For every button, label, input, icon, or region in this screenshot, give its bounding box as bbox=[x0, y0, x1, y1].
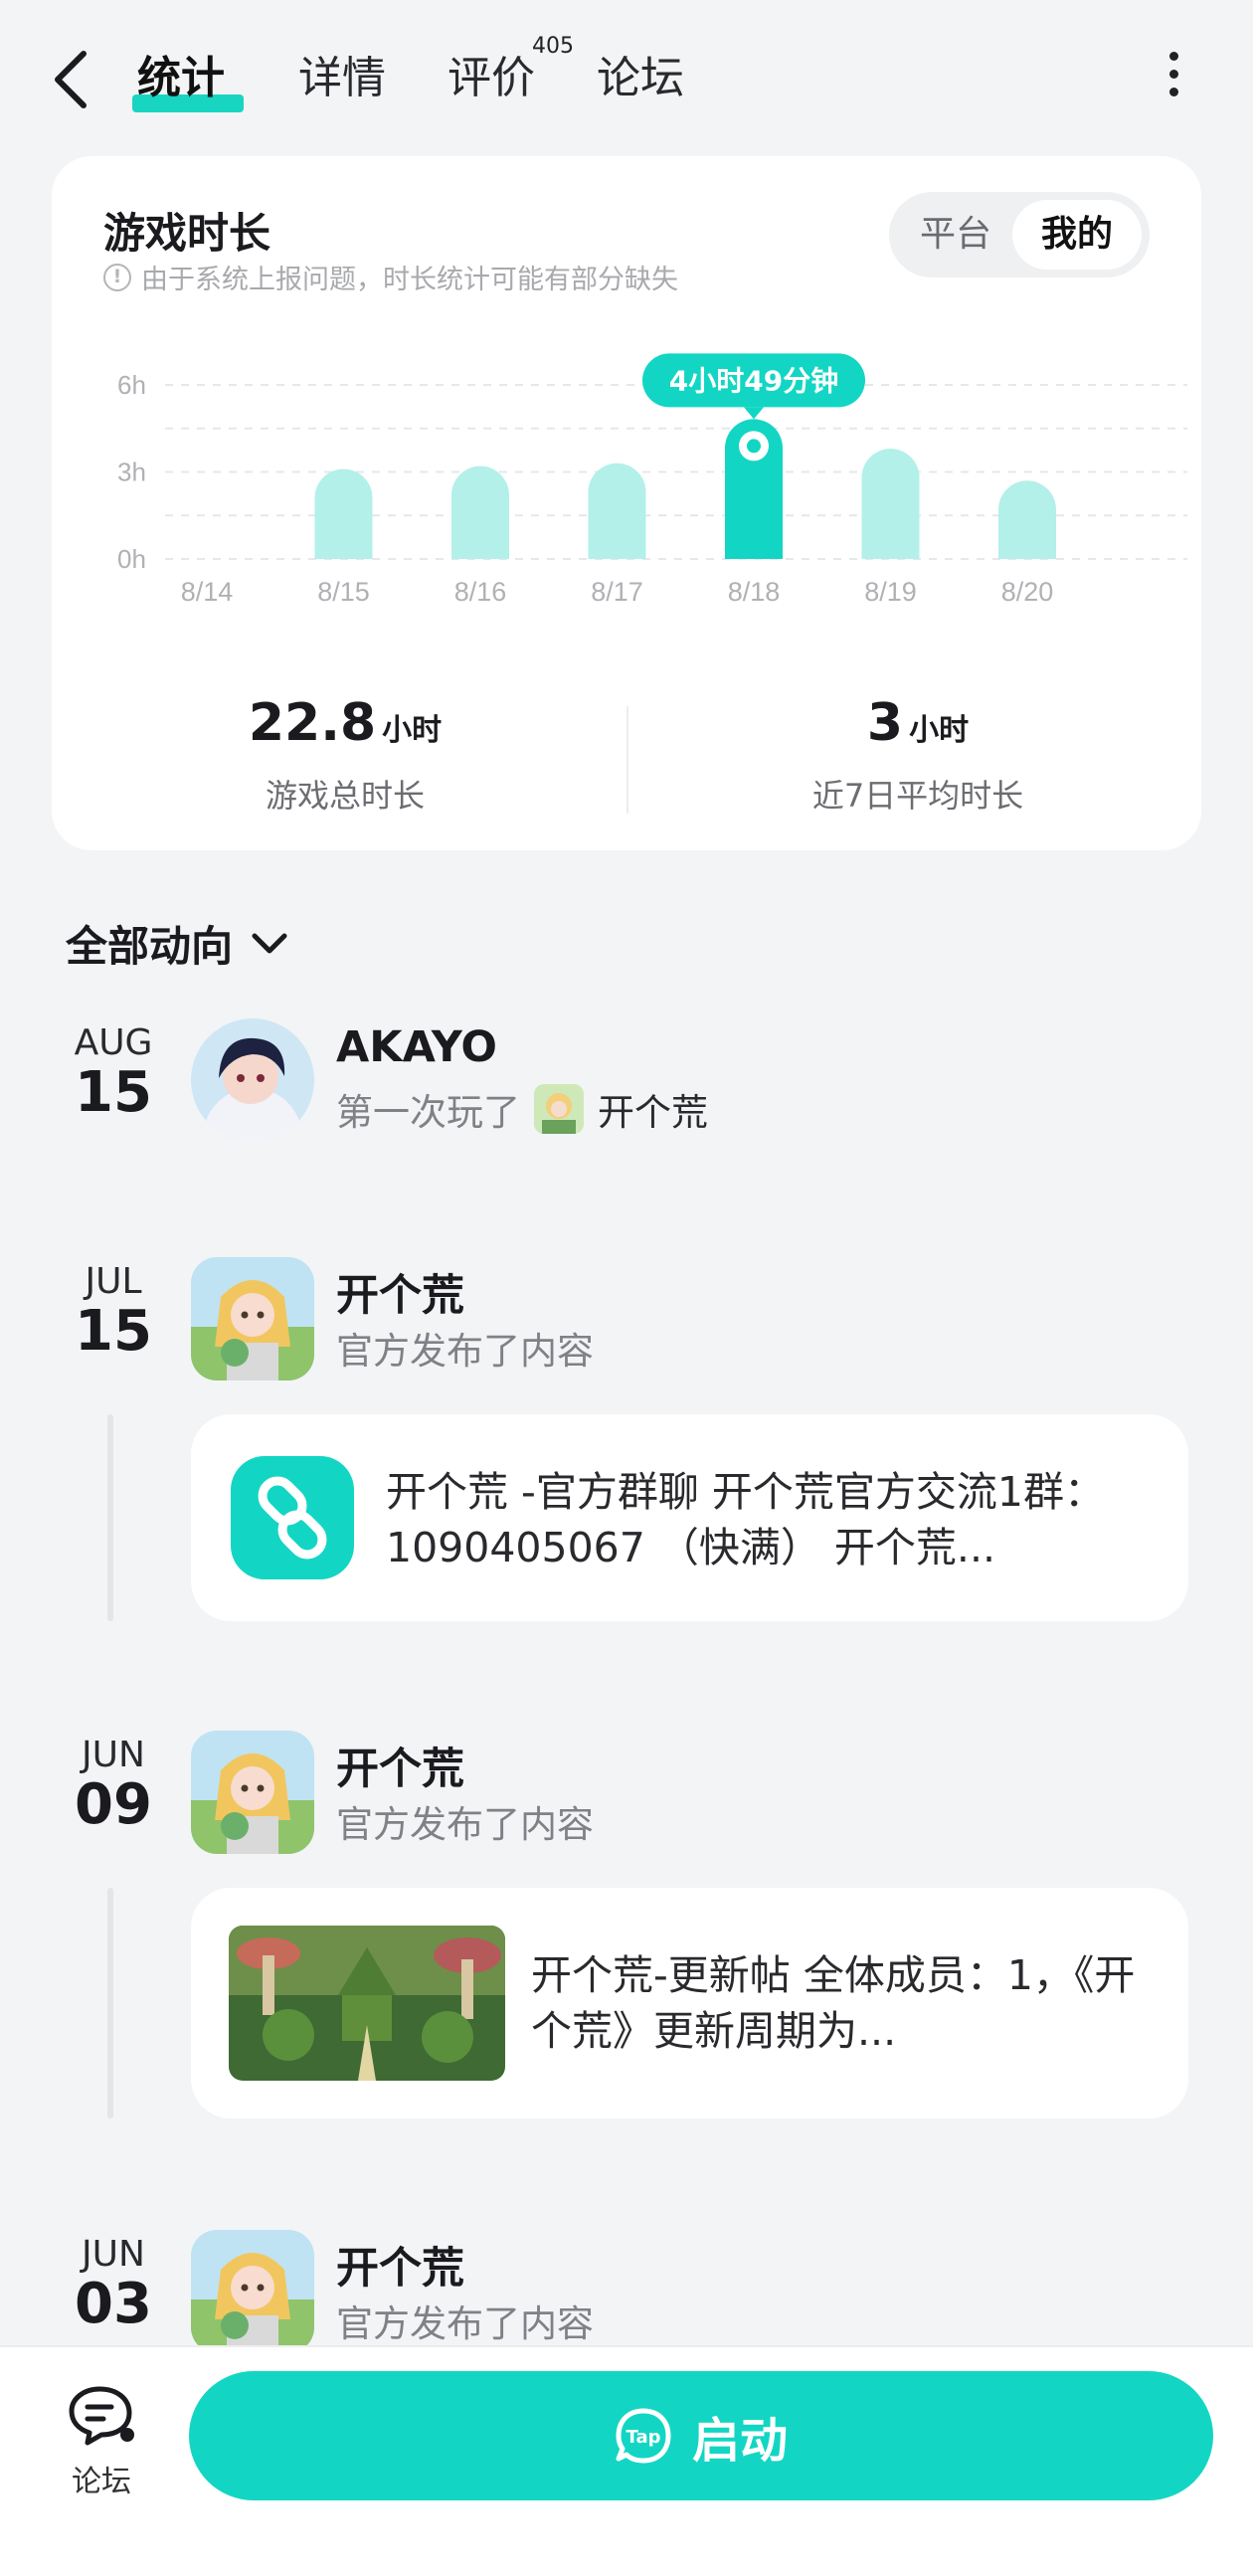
activity-text: 第一次玩了 bbox=[336, 1091, 520, 1134]
game-avatar[interactable] bbox=[191, 1257, 314, 1380]
x-tick-label: 8/19 bbox=[864, 577, 917, 607]
entry-day: 09 bbox=[75, 1772, 152, 1837]
chat-bubble-icon bbox=[69, 2386, 134, 2446]
avg-playtime-value: 3 bbox=[866, 693, 904, 753]
game-name[interactable]: 开个荒 bbox=[598, 1082, 708, 1136]
card-title: 游戏时长 bbox=[103, 209, 271, 258]
bar bbox=[861, 449, 920, 559]
entry-month: JUN bbox=[82, 2234, 145, 2275]
y-tick-label: 6h bbox=[117, 370, 146, 400]
avg-playtime-unit: 小时 bbox=[909, 713, 970, 748]
feed-filter-label: 全部动向 bbox=[66, 922, 234, 971]
tap-logo-icon: Tap bbox=[616, 2408, 671, 2464]
publisher-name[interactable]: 开个荒 bbox=[336, 1261, 464, 1323]
entry-date: JUN 03 bbox=[60, 2234, 167, 2334]
total-playtime-label: 游戏总时长 bbox=[265, 777, 425, 815]
total-playtime-stat: 22.8 小时 游戏总时长 bbox=[62, 693, 628, 817]
chevron-left-icon bbox=[55, 51, 87, 108]
feed-filter-dropdown[interactable]: 全部动向 bbox=[66, 913, 288, 974]
entry-date: JUL 15 bbox=[60, 1261, 167, 1362]
note-text: 由于系统上报问题，时长统计可能有部分缺失 bbox=[141, 265, 678, 295]
x-tick-label: 8/14 bbox=[181, 577, 234, 607]
game-icon-image bbox=[191, 1257, 314, 1380]
entry-date: AUG 15 bbox=[60, 1022, 167, 1123]
timeline-line bbox=[107, 1888, 113, 2118]
user-name[interactable]: AKAYO bbox=[336, 1022, 497, 1072]
bar bbox=[314, 468, 373, 559]
avatar-image bbox=[191, 1018, 314, 1142]
more-vertical-icon bbox=[1154, 52, 1193, 96]
forum-label: 论坛 bbox=[72, 2465, 131, 2499]
source-toggle: 平台 我的 bbox=[889, 192, 1150, 277]
avg-playtime-label: 近7日平均时长 bbox=[811, 777, 1024, 815]
forum-button[interactable]: 论坛 bbox=[62, 2383, 141, 2500]
card-note: ! 由于系统上报问题，时长统计可能有部分缺失 bbox=[103, 258, 678, 296]
bar bbox=[451, 465, 509, 559]
entry-activity: 官方发布了内容 bbox=[336, 1803, 594, 1846]
publisher-name[interactable]: 开个荒 bbox=[336, 1735, 464, 1796]
tab-reviews[interactable]: 评价 bbox=[448, 42, 535, 105]
x-tick-label: 8/16 bbox=[454, 577, 507, 607]
tooltip-label: 4小时49分钟 bbox=[669, 364, 838, 397]
game-avatar[interactable] bbox=[191, 2230, 314, 2353]
entry-day: 15 bbox=[75, 1299, 152, 1364]
tap-logo-text: Tap bbox=[626, 2427, 660, 2448]
game-thumbnail[interactable] bbox=[534, 1084, 584, 1134]
total-playtime-value: 22.8 bbox=[248, 693, 377, 753]
post-card[interactable]: 开个荒 -官方群聊 开个荒官方交流1群：1090405067 （快满） 开个荒.… bbox=[191, 1414, 1188, 1621]
bar bbox=[588, 462, 646, 559]
bar bbox=[998, 480, 1056, 559]
timeline-line bbox=[107, 1414, 113, 1621]
info-icon: ! bbox=[103, 263, 131, 291]
bar-marker-inner bbox=[747, 439, 761, 454]
playtime-bar-chart: 6h 3h 0h 8/14 8/15 8/16 8/17 4小时49分钟 8/18 8/19 8/2… bbox=[117, 353, 1187, 607]
x-tick-label: 8/15 bbox=[317, 577, 370, 607]
entry-activity: 第一次玩了 开个荒 bbox=[336, 1082, 708, 1136]
more-button[interactable] bbox=[1154, 52, 1193, 101]
tab-details[interactable]: 详情 bbox=[298, 42, 386, 105]
x-tick-label: 8/17 bbox=[591, 577, 643, 607]
entry-date: JUN 09 bbox=[60, 1735, 167, 1835]
game-icon-image bbox=[191, 1731, 314, 1854]
total-playtime-unit: 小时 bbox=[382, 713, 443, 748]
tab-stats[interactable]: 统计 bbox=[137, 42, 225, 105]
entry-month: JUN bbox=[82, 1735, 145, 1775]
x-tick-label: 8/20 bbox=[1001, 577, 1054, 607]
game-avatar[interactable] bbox=[191, 1731, 314, 1854]
entry-month: AUG bbox=[74, 1022, 153, 1063]
y-tick-label: 0h bbox=[117, 544, 146, 574]
post-card[interactable]: 开个荒-更新帖 全体成员：1，《开个荒》更新周期为... bbox=[191, 1888, 1188, 2118]
tab-forum[interactable]: 论坛 bbox=[597, 42, 684, 105]
post-thumbnail bbox=[229, 1926, 505, 2081]
tooltip-pointer bbox=[744, 407, 764, 420]
stat-divider bbox=[626, 706, 628, 814]
entry-activity: 官方发布了内容 bbox=[336, 2302, 594, 2345]
publisher-name[interactable]: 开个荒 bbox=[336, 2234, 464, 2296]
post-text: 开个荒 -官方群聊 开个荒官方交流1群：1090405067 （快满） 开个荒.… bbox=[386, 1468, 1105, 1571]
toggle-platform[interactable]: 平台 bbox=[901, 200, 1010, 270]
back-button[interactable] bbox=[50, 40, 109, 119]
playtime-card: 游戏时长 ! 由于系统上报问题，时长统计可能有部分缺失 平台 我的 6h 3h 0h… bbox=[52, 156, 1201, 850]
toggle-mine[interactable]: 我的 bbox=[1012, 200, 1142, 270]
entry-month: JUL bbox=[85, 1261, 142, 1302]
entry-day: 15 bbox=[75, 1060, 152, 1125]
entry-activity: 官方发布了内容 bbox=[336, 1330, 594, 1373]
link-icon bbox=[231, 1456, 354, 1579]
user-avatar[interactable] bbox=[191, 1018, 314, 1142]
post-text: 开个荒-更新帖 全体成员：1，《开个荒》更新周期为... bbox=[531, 1951, 1136, 2055]
entry-day: 03 bbox=[75, 2272, 152, 2336]
chevron-down-icon bbox=[252, 933, 287, 953]
avg-playtime-stat: 3 小时 近7日平均时长 bbox=[634, 693, 1201, 817]
game-icon-image bbox=[191, 2230, 314, 2353]
y-tick-label: 3h bbox=[117, 458, 146, 487]
launch-button[interactable]: Tap 启动 bbox=[189, 2371, 1213, 2500]
x-tick-label: 8/18 bbox=[728, 577, 781, 607]
launch-label: 启动 bbox=[691, 2413, 788, 2469]
review-count-badge: 405 bbox=[532, 34, 574, 59]
bottom-action-bar: 论坛 Tap 启动 bbox=[0, 2345, 1253, 2576]
top-nav: 统计 详情 评价 405 论坛 bbox=[0, 0, 1253, 149]
